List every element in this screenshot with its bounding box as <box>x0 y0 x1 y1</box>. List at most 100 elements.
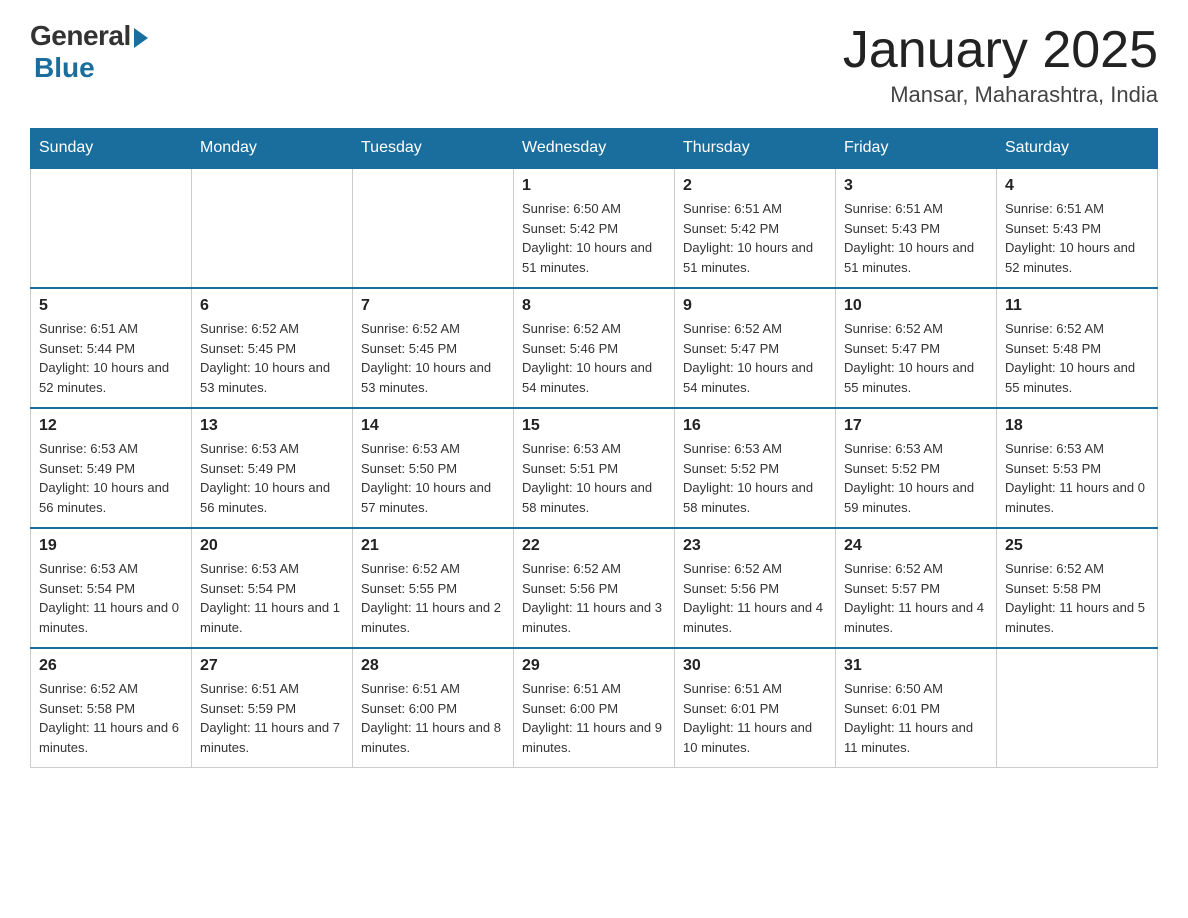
calendar-cell: 4Sunrise: 6:51 AM Sunset: 5:43 PM Daylig… <box>997 168 1158 288</box>
calendar-cell: 27Sunrise: 6:51 AM Sunset: 5:59 PM Dayli… <box>192 648 353 768</box>
calendar-cell: 15 Sunrise: 6:53 AM Sunset: 5:51 PM Dayli… <box>514 408 675 528</box>
day-number: 10 <box>844 297 988 315</box>
weekday-header-wednesday: Wednesday <box>514 129 675 169</box>
calendar-cell: 14Sunrise: 6:53 AM Sunset: 5:50 PM Dayli… <box>353 408 514 528</box>
day-info: Sunrise: 6:53 AM Sunset: 5:54 PM Dayligh… <box>39 559 183 637</box>
day-info: Sunrise: 6:51 AM Sunset: 5:59 PM Dayligh… <box>200 679 344 757</box>
day-info: Sunrise: 6:51 AM Sunset: 5:42 PM Dayligh… <box>683 199 827 277</box>
calendar-cell: 21 Sunrise: 6:52 AM Sunset: 5:55 PM Dayli… <box>353 528 514 648</box>
calendar-cell: 23 Sunrise: 6:52 AM Sunset: 5:56 PM Dayli… <box>675 528 836 648</box>
calendar-cell: 31 Sunrise: 6:50 AM Sunset: 6:01 PM Dayli… <box>836 648 997 768</box>
day-info: Sunrise: 6:51 AM Sunset: 6:00 PM Dayligh… <box>361 679 505 757</box>
day-number: 30 <box>683 657 827 675</box>
day-info: Sunrise: 6:53 AM Sunset: 5:51 PM Dayligh… <box>522 439 666 517</box>
day-info: Sunrise: 6:52 AM Sunset: 5:58 PM Dayligh… <box>1005 559 1149 637</box>
calendar-cell <box>353 168 514 288</box>
calendar-cell: 9 Sunrise: 6:52 AM Sunset: 5:47 PM Daylig… <box>675 288 836 408</box>
weekday-header-sunday: Sunday <box>31 129 192 169</box>
day-info: Sunrise: 6:51 AM Sunset: 5:43 PM Dayligh… <box>1005 199 1149 277</box>
day-number: 21 <box>361 537 505 555</box>
calendar-header-row: SundayMondayTuesdayWednesdayThursdayFrid… <box>31 129 1158 169</box>
day-info: Sunrise: 6:51 AM Sunset: 6:01 PM Dayligh… <box>683 679 827 757</box>
day-number: 8 <box>522 297 666 315</box>
day-number: 7 <box>361 297 505 315</box>
calendar-cell: 25Sunrise: 6:52 AM Sunset: 5:58 PM Dayli… <box>997 528 1158 648</box>
month-title: January 2025 <box>843 20 1158 80</box>
day-number: 12 <box>39 417 183 435</box>
calendar-cell: 26 Sunrise: 6:52 AM Sunset: 5:58 PM Dayli… <box>31 648 192 768</box>
calendar-cell <box>31 168 192 288</box>
calendar-cell: 17 Sunrise: 6:53 AM Sunset: 5:52 PM Dayli… <box>836 408 997 528</box>
day-info: Sunrise: 6:53 AM Sunset: 5:54 PM Dayligh… <box>200 559 344 637</box>
day-number: 26 <box>39 657 183 675</box>
day-number: 16 <box>683 417 827 435</box>
day-info: Sunrise: 6:53 AM Sunset: 5:50 PM Dayligh… <box>361 439 505 517</box>
day-number: 24 <box>844 537 988 555</box>
day-info: Sunrise: 6:53 AM Sunset: 5:49 PM Dayligh… <box>39 439 183 517</box>
day-info: Sunrise: 6:50 AM Sunset: 5:42 PM Dayligh… <box>522 199 666 277</box>
calendar-cell: 13 Sunrise: 6:53 AM Sunset: 5:49 PM Dayli… <box>192 408 353 528</box>
day-info: Sunrise: 6:53 AM Sunset: 5:53 PM Dayligh… <box>1005 439 1149 517</box>
day-number: 5 <box>39 297 183 315</box>
location-title: Mansar, Maharashtra, India <box>843 82 1158 108</box>
calendar-cell: 28 Sunrise: 6:51 AM Sunset: 6:00 PM Dayli… <box>353 648 514 768</box>
day-info: Sunrise: 6:52 AM Sunset: 5:58 PM Dayligh… <box>39 679 183 757</box>
day-info: Sunrise: 6:51 AM Sunset: 5:43 PM Dayligh… <box>844 199 988 277</box>
day-info: Sunrise: 6:52 AM Sunset: 5:55 PM Dayligh… <box>361 559 505 637</box>
day-number: 11 <box>1005 297 1149 315</box>
calendar-cell: 7 Sunrise: 6:52 AM Sunset: 5:45 PM Daylig… <box>353 288 514 408</box>
calendar-cell: 2 Sunrise: 6:51 AM Sunset: 5:42 PM Daylig… <box>675 168 836 288</box>
day-info: Sunrise: 6:52 AM Sunset: 5:56 PM Dayligh… <box>683 559 827 637</box>
day-number: 15 <box>522 417 666 435</box>
calendar-week-row: 1 Sunrise: 6:50 AM Sunset: 5:42 PM Daylig… <box>31 168 1158 288</box>
calendar-table: SundayMondayTuesdayWednesdayThursdayFrid… <box>30 128 1158 768</box>
day-number: 9 <box>683 297 827 315</box>
day-info: Sunrise: 6:52 AM Sunset: 5:47 PM Dayligh… <box>683 319 827 397</box>
weekday-header-friday: Friday <box>836 129 997 169</box>
day-number: 19 <box>39 537 183 555</box>
calendar-cell: 11 Sunrise: 6:52 AM Sunset: 5:48 PM Dayli… <box>997 288 1158 408</box>
calendar-cell: 8Sunrise: 6:52 AM Sunset: 5:46 PM Daylig… <box>514 288 675 408</box>
day-number: 23 <box>683 537 827 555</box>
calendar-cell: 1 Sunrise: 6:50 AM Sunset: 5:42 PM Daylig… <box>514 168 675 288</box>
title-section: January 2025 Mansar, Maharashtra, India <box>843 20 1158 108</box>
calendar-cell: 3 Sunrise: 6:51 AM Sunset: 5:43 PM Daylig… <box>836 168 997 288</box>
day-number: 1 <box>522 177 666 195</box>
day-info: Sunrise: 6:52 AM Sunset: 5:47 PM Dayligh… <box>844 319 988 397</box>
day-info: Sunrise: 6:52 AM Sunset: 5:45 PM Dayligh… <box>200 319 344 397</box>
calendar-week-row: 12 Sunrise: 6:53 AM Sunset: 5:49 PM Dayli… <box>31 408 1158 528</box>
day-number: 13 <box>200 417 344 435</box>
calendar-cell: 22 Sunrise: 6:52 AM Sunset: 5:56 PM Dayli… <box>514 528 675 648</box>
calendar-cell: 20 Sunrise: 6:53 AM Sunset: 5:54 PM Dayli… <box>192 528 353 648</box>
day-info: Sunrise: 6:53 AM Sunset: 5:52 PM Dayligh… <box>683 439 827 517</box>
calendar-cell <box>997 648 1158 768</box>
calendar-cell: 30 Sunrise: 6:51 AM Sunset: 6:01 PM Dayli… <box>675 648 836 768</box>
day-number: 6 <box>200 297 344 315</box>
weekday-header-thursday: Thursday <box>675 129 836 169</box>
day-number: 22 <box>522 537 666 555</box>
day-info: Sunrise: 6:52 AM Sunset: 5:56 PM Dayligh… <box>522 559 666 637</box>
day-info: Sunrise: 6:52 AM Sunset: 5:45 PM Dayligh… <box>361 319 505 397</box>
calendar-cell: 18 Sunrise: 6:53 AM Sunset: 5:53 PM Dayli… <box>997 408 1158 528</box>
day-info: Sunrise: 6:52 AM Sunset: 5:48 PM Dayligh… <box>1005 319 1149 397</box>
day-number: 20 <box>200 537 344 555</box>
calendar-cell: 6 Sunrise: 6:52 AM Sunset: 5:45 PM Daylig… <box>192 288 353 408</box>
day-info: Sunrise: 6:53 AM Sunset: 5:52 PM Dayligh… <box>844 439 988 517</box>
day-number: 3 <box>844 177 988 195</box>
logo-general-text: General <box>30 20 131 52</box>
day-number: 18 <box>1005 417 1149 435</box>
day-info: Sunrise: 6:50 AM Sunset: 6:01 PM Dayligh… <box>844 679 988 757</box>
day-number: 31 <box>844 657 988 675</box>
day-number: 28 <box>361 657 505 675</box>
day-number: 17 <box>844 417 988 435</box>
day-number: 2 <box>683 177 827 195</box>
calendar-cell <box>192 168 353 288</box>
calendar-cell: 29Sunrise: 6:51 AM Sunset: 6:00 PM Dayli… <box>514 648 675 768</box>
calendar-cell: 16 Sunrise: 6:53 AM Sunset: 5:52 PM Dayli… <box>675 408 836 528</box>
day-info: Sunrise: 6:53 AM Sunset: 5:49 PM Dayligh… <box>200 439 344 517</box>
calendar-week-row: 19 Sunrise: 6:53 AM Sunset: 5:54 PM Dayli… <box>31 528 1158 648</box>
day-info: Sunrise: 6:51 AM Sunset: 6:00 PM Dayligh… <box>522 679 666 757</box>
weekday-header-monday: Monday <box>192 129 353 169</box>
calendar-cell: 24Sunrise: 6:52 AM Sunset: 5:57 PM Dayli… <box>836 528 997 648</box>
logo-arrow-icon <box>134 28 148 48</box>
